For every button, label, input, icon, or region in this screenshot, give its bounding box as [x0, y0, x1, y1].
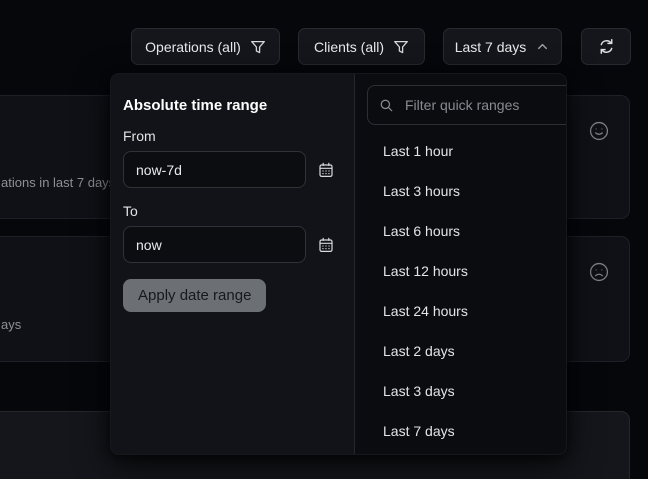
- to-label: To: [123, 203, 334, 219]
- quick-range-option[interactable]: Last 2 days: [355, 331, 567, 371]
- quick-range-option[interactable]: Last 1 hour: [355, 131, 567, 171]
- operations-filter-button[interactable]: Operations (all): [131, 28, 280, 65]
- filter-icon: [393, 39, 409, 55]
- calendar-icon[interactable]: [318, 162, 334, 178]
- time-range-button[interactable]: Last 7 days: [443, 28, 562, 65]
- happy-face-icon: [588, 120, 610, 142]
- clients-filter-label: Clients (all): [314, 39, 384, 55]
- absolute-time-range-title: Absolute time range: [123, 97, 334, 114]
- app-screen: ations in last 7 days ays Operations (al…: [0, 0, 648, 479]
- quick-ranges-list: Last 1 hour Last 3 hours Last 6 hours La…: [355, 131, 567, 451]
- card-subtitle: ations in last 7 days: [1, 175, 115, 190]
- filter-icon: [250, 39, 266, 55]
- refresh-button[interactable]: [581, 28, 631, 65]
- apply-date-range-button[interactable]: Apply date range: [123, 279, 266, 312]
- refresh-icon: [598, 38, 615, 55]
- clients-filter-button[interactable]: Clients (all): [298, 28, 425, 65]
- absolute-time-range-section: Absolute time range From: [111, 74, 354, 454]
- time-range-picker-popover: Absolute time range From: [110, 73, 567, 455]
- quick-range-option[interactable]: Last 7 days: [355, 411, 567, 451]
- from-label: From: [123, 128, 334, 144]
- quick-range-option[interactable]: Last 3 hours: [355, 171, 567, 211]
- chevron-up-icon: [535, 39, 550, 54]
- search-icon: [379, 98, 394, 113]
- quick-ranges-search[interactable]: [367, 85, 567, 125]
- quick-range-option[interactable]: Last 12 hours: [355, 251, 567, 291]
- quick-ranges-section: Last 1 hour Last 3 hours Last 6 hours La…: [354, 74, 567, 454]
- quick-range-option[interactable]: Last 24 hours: [355, 291, 567, 331]
- operations-filter-label: Operations (all): [145, 39, 241, 55]
- from-input[interactable]: [123, 151, 306, 188]
- to-input[interactable]: [123, 226, 306, 263]
- quick-range-option[interactable]: Last 3 days: [355, 371, 567, 411]
- quick-ranges-search-input[interactable]: [403, 96, 567, 114]
- sad-face-icon: [588, 261, 610, 283]
- quick-range-option[interactable]: Last 6 hours: [355, 211, 567, 251]
- card-subtitle: ays: [1, 317, 21, 332]
- calendar-icon[interactable]: [318, 237, 334, 253]
- time-range-label: Last 7 days: [455, 39, 527, 55]
